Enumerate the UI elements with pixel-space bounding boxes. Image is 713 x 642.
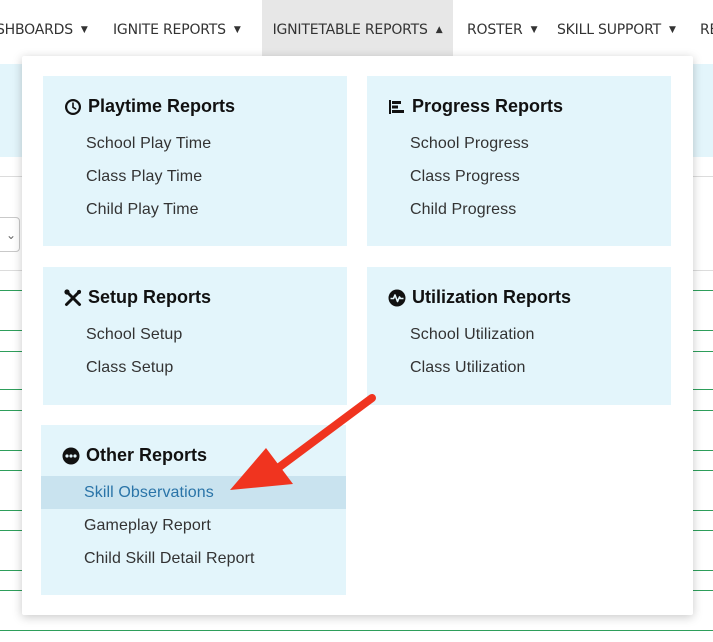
- progress-reports-card: Progress Reports School Progress Class P…: [367, 76, 671, 246]
- nav-dashboards[interactable]: SHBOARDS ▼: [0, 0, 88, 60]
- tools-icon: [63, 288, 82, 307]
- ignitetable-reports-dropdown: Playtime Reports School Play Time Class …: [22, 56, 693, 615]
- playtime-reports-title: Playtime Reports: [88, 96, 236, 116]
- top-nav: SHBOARDS ▼ IGNITE REPORTS ▼ IGNITETABLE RE…: [0, 0, 713, 60]
- nav-ignitetable-reports-label: IGNITETABLE REPORTS: [272, 22, 428, 38]
- link-class-play-time[interactable]: Class Play Time: [43, 160, 202, 193]
- caret-down-icon: ▼: [233, 25, 241, 35]
- link-class-utilization[interactable]: Class Utilization: [367, 351, 526, 384]
- nav-skill-support-label: SKILL SUPPORT: [557, 22, 661, 38]
- setup-reports-heading: Setup Reports: [63, 287, 211, 308]
- link-school-progress[interactable]: School Progress: [367, 127, 529, 160]
- nav-roster[interactable]: ROSTER ▼: [467, 0, 537, 60]
- utilization-reports-card: Utilization Reports School Utilization C…: [367, 267, 671, 405]
- setup-reports-card: Setup Reports School Setup Class Setup: [43, 267, 347, 405]
- nav-re[interactable]: RE: [700, 0, 713, 60]
- progress-reports-title: Progress Reports: [412, 96, 564, 116]
- other-reports-heading: Other Reports: [61, 445, 207, 466]
- chevron-down-icon: ⌄: [5, 227, 16, 242]
- nav-re-label: RE: [700, 22, 713, 38]
- nav-ignitetable-reports[interactable]: IGNITETABLE REPORTS ▲: [262, 0, 453, 60]
- filter-select[interactable]: ⌄: [0, 217, 20, 252]
- link-gameplay-report[interactable]: Gameplay Report: [41, 509, 211, 542]
- setup-reports-title: Setup Reports: [88, 287, 212, 307]
- caret-down-icon: ▼: [80, 25, 88, 35]
- nav-roster-label: ROSTER: [467, 22, 523, 38]
- caret-down-icon: ▼: [530, 25, 538, 35]
- bar-chart-icon: [387, 97, 406, 116]
- link-child-play-time[interactable]: Child Play Time: [43, 193, 199, 226]
- playtime-reports-card: Playtime Reports School Play Time Class …: [43, 76, 347, 246]
- nav-ignite-reports[interactable]: IGNITE REPORTS ▼: [113, 0, 241, 60]
- link-school-utilization[interactable]: School Utilization: [367, 318, 535, 351]
- link-school-play-time[interactable]: School Play Time: [43, 127, 211, 160]
- nav-ignite-reports-label: IGNITE REPORTS: [113, 22, 226, 38]
- table-row-line: [0, 630, 713, 631]
- link-school-setup[interactable]: School Setup: [43, 318, 182, 351]
- caret-down-icon: ▼: [668, 25, 676, 35]
- link-skill-observations[interactable]: Skill Observations: [41, 476, 346, 509]
- other-reports-title: Other Reports: [86, 445, 208, 465]
- caret-up-icon: ▲: [435, 25, 443, 35]
- utilization-reports-heading: Utilization Reports: [387, 287, 571, 308]
- link-class-progress[interactable]: Class Progress: [367, 160, 520, 193]
- playtime-reports-heading: Playtime Reports: [63, 96, 235, 117]
- clock-icon: [63, 97, 82, 116]
- nav-dashboards-label: SHBOARDS: [0, 22, 73, 38]
- nav-skill-support[interactable]: SKILL SUPPORT ▼: [557, 0, 676, 60]
- link-child-progress[interactable]: Child Progress: [367, 193, 516, 226]
- other-reports-card: Other Reports Skill Observations Gamepla…: [41, 425, 346, 595]
- utilization-reports-title: Utilization Reports: [412, 287, 572, 307]
- progress-reports-heading: Progress Reports: [387, 96, 563, 117]
- ellipsis-circle-icon: [61, 446, 80, 465]
- heartbeat-icon: [387, 288, 406, 307]
- link-class-setup[interactable]: Class Setup: [43, 351, 173, 384]
- link-child-skill-detail-report[interactable]: Child Skill Detail Report: [41, 542, 255, 575]
